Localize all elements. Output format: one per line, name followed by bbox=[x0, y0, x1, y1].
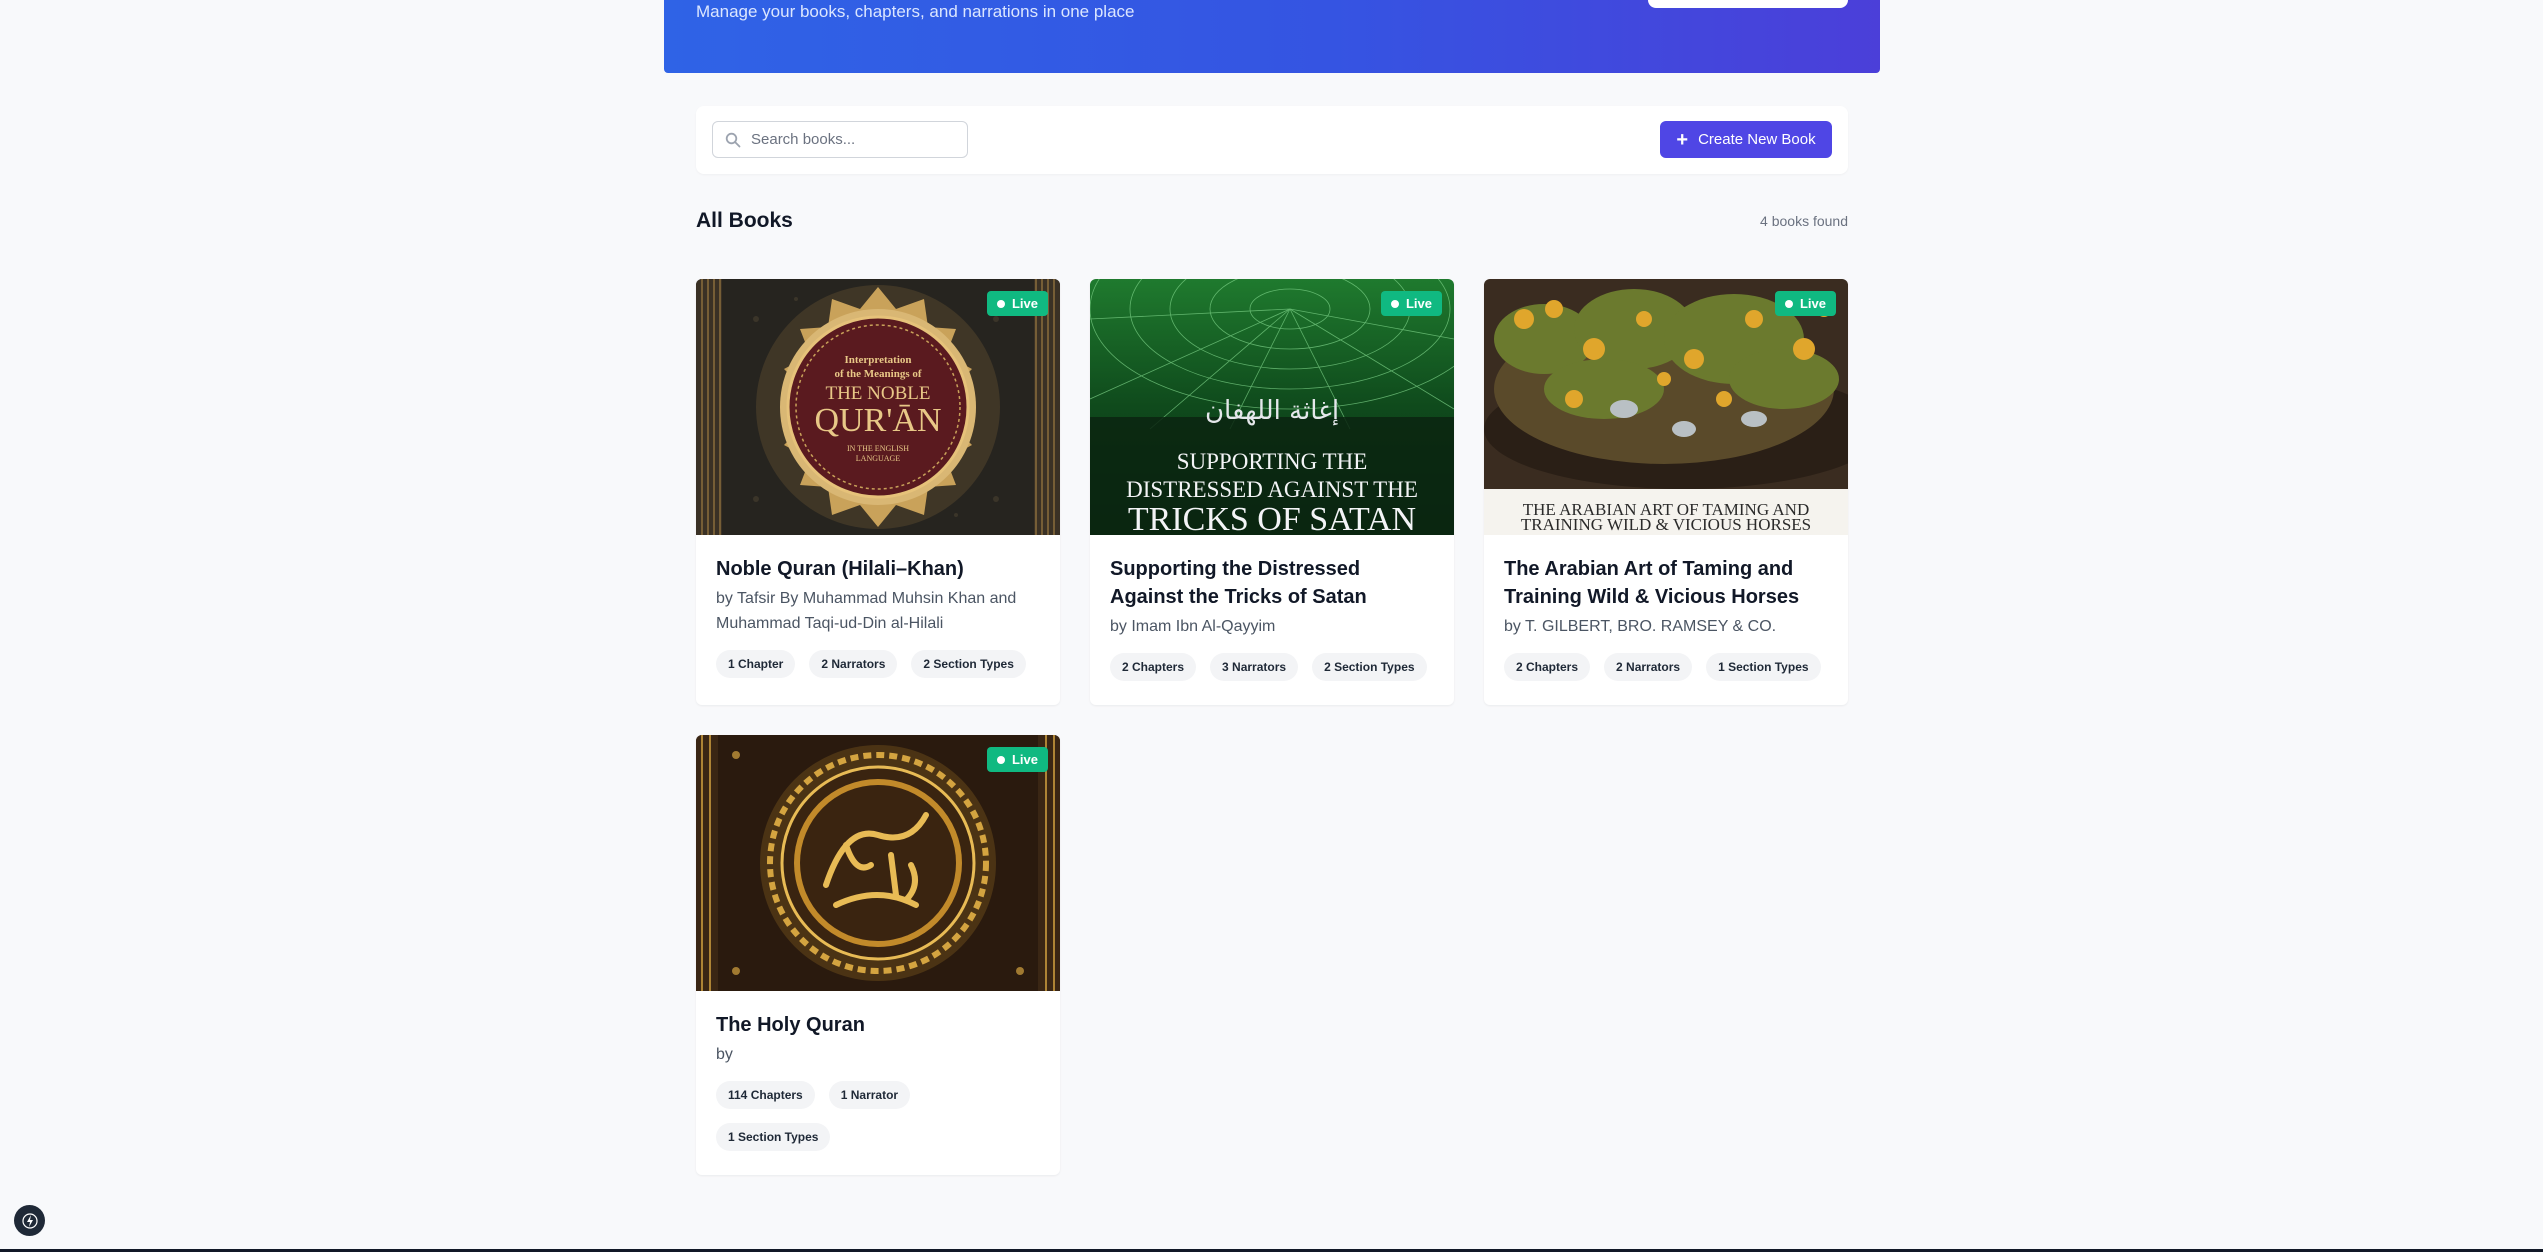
chapters-tag: 2 Chapters bbox=[1110, 653, 1197, 681]
book-card[interactable]: Interpretation of the Meanings of THE NO… bbox=[696, 279, 1060, 705]
book-title[interactable]: Noble Quran (Hilali–Khan) bbox=[716, 555, 1040, 583]
header-banner: Manage your books, chapters, and narrati… bbox=[664, 0, 1880, 73]
create-book-label: Create New Book bbox=[1698, 131, 1816, 148]
cover-text: SUPPORTING THE bbox=[1177, 449, 1368, 474]
book-cover: Interpretation of the Meanings of THE NO… bbox=[696, 279, 1060, 535]
cover-text: TRICKS OF SATAN bbox=[1128, 501, 1416, 535]
books-count: 4 books found bbox=[1760, 213, 1848, 229]
status-label: Live bbox=[1011, 752, 1038, 767]
search-icon bbox=[725, 132, 741, 147]
cover-text: Interpretation bbox=[844, 354, 911, 366]
book-author: by bbox=[716, 1046, 733, 1063]
search-input[interactable] bbox=[751, 131, 951, 148]
quran-cover-image: Interpretation of the Meanings of THE NO… bbox=[696, 279, 1060, 535]
live-dot-icon bbox=[1784, 299, 1793, 308]
cover-text: IN THE ENGLISH bbox=[847, 444, 909, 453]
chapters-tag: 114 Chapters bbox=[716, 1081, 815, 1109]
section-types-tag: 2 Section Types bbox=[911, 650, 1026, 678]
book-card[interactable]: إغاثة اللهفان SUPPORTING THE DISTRESSED … bbox=[1090, 279, 1454, 705]
status-label: Live bbox=[1799, 296, 1826, 311]
book-card[interactable]: Live The Holy Quran by 114 Chapters 1 Na… bbox=[696, 735, 1060, 1175]
live-dot-icon bbox=[1390, 299, 1399, 308]
live-dot-icon bbox=[996, 299, 1005, 308]
status-badge: Live bbox=[1774, 291, 1836, 316]
status-badge: Live bbox=[986, 291, 1048, 316]
book-author: by Tafsir By Muhammad Muhsin Khan and Mu… bbox=[716, 590, 1017, 632]
horses-cover-image: THE ARABIAN ART OF TAMING AND TRAINING W… bbox=[1484, 279, 1848, 535]
book-card[interactable]: THE ARABIAN ART OF TAMING AND TRAINING W… bbox=[1484, 279, 1848, 705]
section-types-tag: 1 Section Types bbox=[716, 1123, 831, 1151]
book-title[interactable]: The Holy Quran bbox=[716, 1011, 1040, 1039]
status-label: Live bbox=[1405, 296, 1432, 311]
plus-icon: + bbox=[1676, 128, 1689, 151]
section-title: All Books bbox=[696, 209, 793, 232]
search-box[interactable] bbox=[712, 121, 968, 158]
header-action-button[interactable] bbox=[1648, 0, 1848, 8]
toolbar: + Create New Book bbox=[696, 106, 1848, 174]
holy-quran-cover-image bbox=[696, 735, 1060, 991]
section-types-tag: 2 Section Types bbox=[1312, 653, 1427, 681]
create-book-button[interactable]: + Create New Book bbox=[1660, 121, 1832, 158]
status-badge: Live bbox=[986, 747, 1048, 772]
book-cover: إغاثة اللهفان SUPPORTING THE DISTRESSED … bbox=[1090, 279, 1454, 535]
satan-cover-image: إغاثة اللهفان SUPPORTING THE DISTRESSED … bbox=[1090, 279, 1454, 535]
narrators-tag: 2 Narrators bbox=[1604, 653, 1693, 681]
cover-text: DISTRESSED AGAINST THE bbox=[1126, 477, 1418, 502]
chapters-tag: 1 Chapter bbox=[716, 650, 796, 678]
book-author: by T. GILBERT, BRO. RAMSEY & CO. bbox=[1504, 618, 1777, 635]
status-label: Live bbox=[1011, 296, 1038, 311]
header-subtitle: Manage your books, chapters, and narrati… bbox=[696, 2, 1135, 21]
dev-tools-button[interactable] bbox=[14, 1205, 45, 1236]
section-types-tag: 1 Section Types bbox=[1706, 653, 1821, 681]
book-title[interactable]: Supporting the Distressed Against the Tr… bbox=[1110, 555, 1434, 611]
chapters-tag: 2 Chapters bbox=[1504, 653, 1591, 681]
cover-text: of the Meanings of bbox=[834, 368, 921, 380]
book-author: by Imam Ibn Al-Qayyim bbox=[1110, 618, 1276, 635]
book-cover: THE ARABIAN ART OF TAMING AND TRAINING W… bbox=[1484, 279, 1848, 535]
status-badge: Live bbox=[1380, 291, 1442, 316]
live-dot-icon bbox=[996, 755, 1005, 764]
narrators-tag: 1 Narrator bbox=[828, 1081, 911, 1109]
book-cover: Live bbox=[696, 735, 1060, 991]
cover-text: THE NOBLE bbox=[825, 383, 930, 404]
cover-text: QUR'ĀN bbox=[814, 402, 941, 439]
cover-text: TRAINING WILD & VICIOUS HORSES bbox=[1521, 515, 1811, 534]
narrators-tag: 2 Narrators bbox=[809, 650, 898, 678]
lightning-icon bbox=[21, 1212, 38, 1229]
book-title[interactable]: The Arabian Art of Taming and Training W… bbox=[1504, 555, 1828, 611]
narrators-tag: 3 Narrators bbox=[1210, 653, 1299, 681]
cover-text: LANGUAGE bbox=[856, 454, 901, 463]
cover-text: إغاثة اللهفان bbox=[1205, 396, 1339, 426]
